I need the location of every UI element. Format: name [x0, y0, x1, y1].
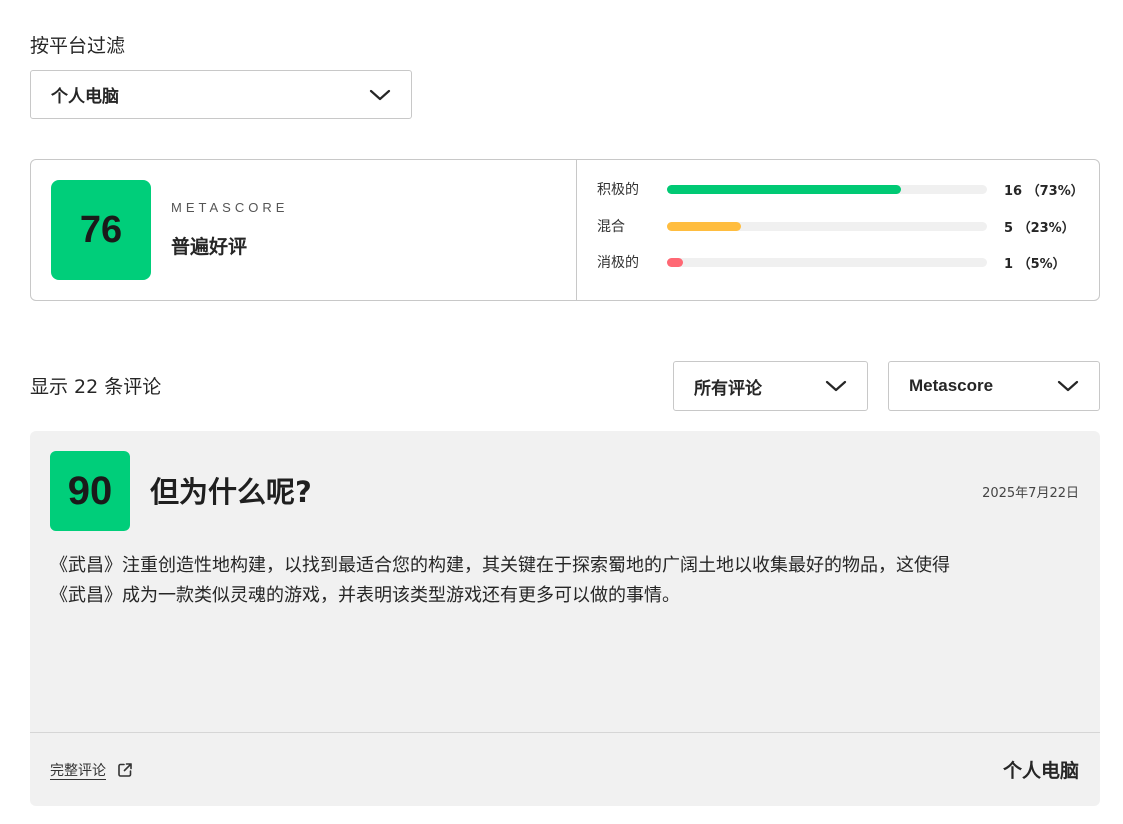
review-card: 90 但为什么呢? 2025年7月22日 《武昌》注重创造性地构建，以找到最适合… [30, 431, 1100, 806]
chevron-down-icon [825, 380, 847, 392]
review-type-select-value: 所有评论 [694, 378, 762, 399]
distribution-bar-positive [667, 184, 901, 194]
platform-filter-label: 按平台过滤 [30, 35, 126, 57]
chevron-down-icon [369, 89, 391, 100]
score-distribution: 积极的 16 （73%） 混合 5 （23%） 消极的 1 （5%） [577, 160, 1099, 300]
review-divider [30, 732, 1100, 733]
platform-select[interactable]: 个人电脑 [30, 70, 412, 119]
review-title: 但为什么呢? [150, 475, 312, 509]
review-count-text: 显示 22 条评论 [30, 376, 162, 398]
review-body-line: 《武昌》成为一款类似灵魂的游戏，并表明该类型游戏还有更多可以做的事情。 [50, 585, 680, 606]
metascore-badge: 76 [51, 180, 151, 280]
distribution-row-positive: 积极的 16 （73%） [597, 179, 1084, 199]
distribution-bar-negative [667, 257, 683, 267]
review-score-badge: 90 [50, 451, 130, 531]
review-body-line: 《武昌》注重创造性地构建，以找到最适合您的构建，其关键在于探索蜀地的广阔土地以收… [50, 555, 950, 576]
distribution-row-negative: 消极的 1 （5%） [597, 252, 1066, 272]
distribution-count: 1 （5%） [1004, 256, 1066, 272]
distribution-count: 5 （23%） [1004, 220, 1075, 236]
full-review-link-label: 完整评论 [50, 763, 106, 779]
distribution-label: 积极的 [597, 182, 639, 198]
distribution-count: 16 （73%） [1004, 183, 1084, 199]
platform-select-value: 个人电脑 [51, 87, 119, 107]
distribution-bar-track [667, 257, 987, 267]
distribution-label: 消极的 [597, 255, 639, 271]
review-platform: 个人电脑 [1002, 760, 1079, 782]
distribution-label: 混合 [597, 219, 625, 235]
metascore-summary-card: 76 METASCORE 普遍好评 积极的 16 （73%） 混合 5 （23%… [30, 159, 1100, 301]
metascore-panel: 76 METASCORE 普遍好评 [31, 160, 577, 300]
review-body: 《武昌》注重创造性地构建，以找到最适合您的构建，其关键在于探索蜀地的广阔土地以收… [50, 551, 1080, 611]
chevron-down-icon [1057, 380, 1079, 392]
full-review-link[interactable]: 完整评论 [50, 760, 133, 780]
sort-select-value: Metascore [909, 376, 994, 395]
review-date: 2025年7月22日 [982, 486, 1079, 501]
sort-select[interactable]: Metascore [888, 361, 1100, 411]
metascore-label: METASCORE [171, 200, 289, 215]
distribution-bar-mixed [667, 221, 741, 231]
distribution-bar-track [667, 221, 987, 231]
distribution-row-mixed: 混合 5 （23%） [597, 216, 1075, 236]
metascore-description: 普遍好评 [171, 236, 248, 258]
external-link-icon [118, 763, 132, 777]
distribution-bar-track [667, 184, 987, 194]
review-type-select[interactable]: 所有评论 [673, 361, 868, 411]
